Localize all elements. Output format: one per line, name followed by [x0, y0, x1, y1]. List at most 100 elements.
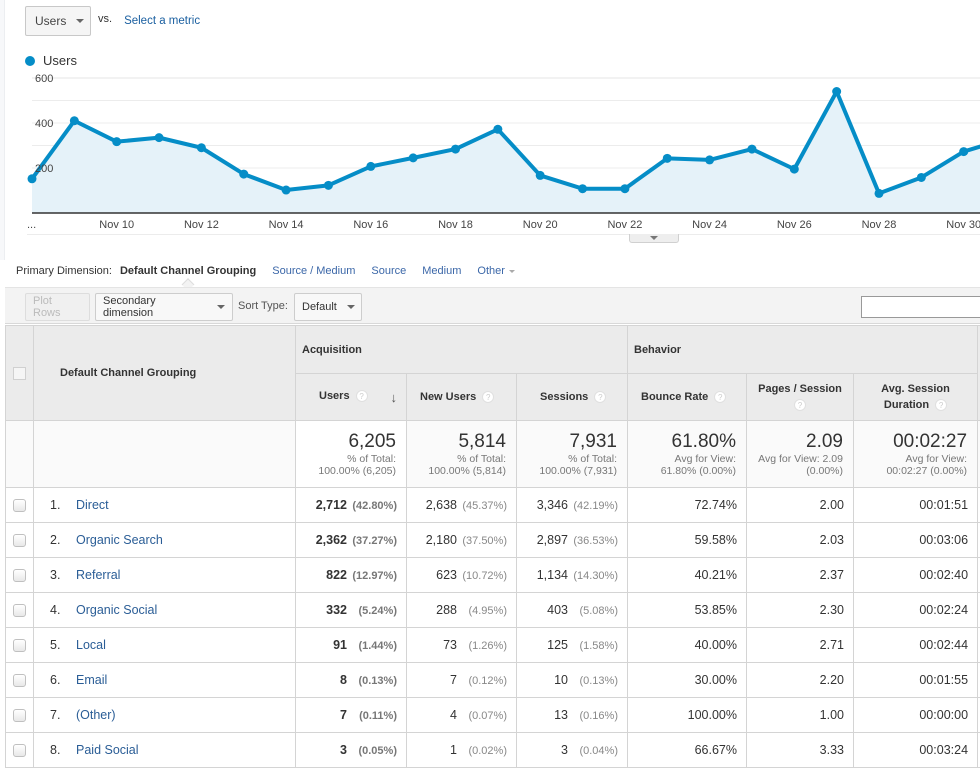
data-point-nov-16[interactable] — [366, 161, 376, 171]
row-checkbox[interactable] — [13, 604, 26, 618]
new-users-value: 1 — [450, 743, 457, 757]
sort-type-dropdown[interactable]: Default — [294, 293, 362, 321]
help-icon[interactable]: ? — [482, 391, 495, 404]
y-tick-label-400: 400 — [35, 118, 53, 130]
data-point-nov-22[interactable] — [620, 184, 630, 194]
channel-link[interactable]: Email — [76, 673, 107, 687]
channel-link[interactable]: Organic Social — [76, 603, 157, 617]
data-point-nov-10[interactable] — [112, 137, 122, 147]
sessions-percent: (42.19%) — [573, 500, 618, 512]
help-icon[interactable]: ? — [935, 399, 948, 412]
row-select-cell — [5, 557, 34, 593]
users-cell: 91 (1.44%) — [295, 627, 407, 663]
sessions-cell: 13 (0.16%) — [516, 697, 628, 733]
row-checkbox[interactable] — [13, 709, 26, 723]
chart-collapse-toggle[interactable] — [629, 234, 679, 243]
users-header-label: Users — [319, 389, 350, 402]
row-checkbox[interactable] — [13, 744, 26, 758]
data-point-nov-30[interactable] — [959, 147, 969, 157]
help-icon[interactable]: ? — [714, 391, 727, 404]
users-line-chart[interactable]: 200 400 600... Nov 10 Nov 12 Nov 14 Nov 16 Nov … — [0, 70, 980, 235]
x-tick-label: Nov 28 — [862, 219, 897, 231]
data-point-nov-13[interactable] — [239, 169, 249, 179]
sessions-cell: 10 (0.13%) — [516, 662, 628, 698]
row-select-cell — [5, 662, 34, 698]
chevron-down-icon — [217, 305, 225, 309]
sessions-cell: 3,346 (42.19%) — [516, 487, 628, 523]
data-point-nov-27[interactable] — [832, 87, 842, 96]
channel-link[interactable]: Local — [76, 638, 106, 652]
pages-session-cell: 1.00 — [746, 697, 854, 733]
dimension-source[interactable]: Source — [371, 265, 406, 277]
data-point-nov-25[interactable] — [747, 144, 757, 154]
dimension-medium[interactable]: Medium — [422, 265, 461, 277]
table-row: 5. Local 91 (1.44%) 73 (1.26%) 125 (1.58%) 4… — [5, 627, 980, 663]
data-point-nov-17[interactable] — [408, 153, 418, 163]
total-sessions-value: 7,931 — [569, 431, 617, 452]
select-metric-link[interactable]: Select a metric — [124, 15, 200, 27]
chevron-down-icon — [508, 269, 515, 273]
sessions-percent: (14.30%) — [573, 570, 618, 582]
table-search-input[interactable] — [861, 296, 980, 318]
data-point-nov-12[interactable] — [196, 143, 206, 153]
channel-link[interactable]: Referral — [76, 568, 120, 582]
row-checkbox[interactable] — [13, 569, 26, 583]
data-point-nov-26[interactable] — [789, 164, 799, 174]
sessions-value: 10 — [554, 673, 568, 687]
channel-link[interactable]: Organic Search — [76, 533, 163, 547]
avg-duration-cell: 00:02:44 — [852, 627, 979, 663]
sessions-column-header[interactable]: Sessions? — [516, 373, 628, 421]
users-percent: (5.24%) — [358, 605, 397, 617]
users-cell: 3 (0.05%) — [295, 732, 407, 768]
avg-duration-cell: 00:02:24 — [852, 592, 979, 628]
dimension-other[interactable]: Other — [477, 265, 515, 277]
secondary-dimension-dropdown[interactable]: Secondary dimension — [95, 293, 233, 321]
row-index: 8. — [50, 743, 61, 757]
data-point-nov-8[interactable] — [27, 174, 37, 184]
data-point-nov-9[interactable] — [69, 116, 79, 126]
data-point-nov-18[interactable] — [451, 144, 460, 154]
help-icon[interactable]: ? — [355, 389, 368, 402]
select-all-checkbox[interactable] — [13, 366, 26, 380]
primary-metric-dropdown[interactable]: Users — [25, 6, 91, 36]
new-users-column-header[interactable]: New Users? — [406, 373, 517, 421]
data-point-nov-15[interactable] — [323, 180, 333, 190]
row-index: 6. — [50, 673, 61, 687]
avg-duration-column-header[interactable]: Avg. Session Duration? — [852, 373, 979, 421]
help-icon[interactable]: ? — [794, 399, 806, 411]
data-point-nov-19[interactable] — [493, 124, 503, 134]
users-area-fill — [32, 91, 980, 213]
data-point-nov-23[interactable] — [662, 153, 672, 163]
dimension-header[interactable]: Default Channel Grouping — [33, 325, 296, 421]
data-point-nov-28[interactable] — [874, 188, 884, 198]
data-point-nov-14[interactable] — [281, 185, 291, 195]
row-checkbox[interactable] — [13, 534, 26, 548]
sessions-value: 3,346 — [536, 498, 568, 512]
data-point-nov-11[interactable] — [154, 133, 164, 143]
pages-session-cell: 2.71 — [746, 627, 854, 663]
channel-link[interactable]: Paid Social — [76, 743, 139, 757]
table-row: 8. Paid Social 3 (0.05%) 1 (0.02%) 3 (0.04%)… — [5, 732, 980, 768]
row-checkbox[interactable] — [13, 674, 26, 688]
channel-cell: 1. Direct — [33, 487, 296, 523]
channel-link[interactable]: (Other) — [76, 708, 116, 722]
users-column-header[interactable]: Users? ↓ — [295, 373, 407, 421]
data-point-nov-24[interactable] — [705, 155, 715, 165]
data-point-nov-20[interactable] — [535, 170, 545, 180]
channel-cell: 3. Referral — [33, 557, 296, 593]
channel-link[interactable]: Direct — [76, 498, 109, 512]
row-checkbox[interactable] — [13, 499, 26, 513]
plot-rows-button[interactable]: Plot Rows — [25, 293, 90, 321]
users-value: 7 — [340, 708, 347, 722]
total-pages-session: 2.09 Avg for View: 2.09 (0.00%) — [746, 420, 854, 488]
data-point-nov-29[interactable] — [916, 172, 926, 182]
sessions-value: 403 — [547, 603, 568, 617]
row-index: 2. — [50, 533, 61, 547]
dimension-source-medium[interactable]: Source / Medium — [272, 265, 355, 277]
help-icon[interactable]: ? — [594, 391, 607, 404]
data-point-nov-21[interactable] — [578, 184, 588, 194]
pages-session-column-header[interactable]: Pages / Session? — [746, 373, 854, 421]
bounce-rate-column-header[interactable]: Bounce Rate? — [627, 373, 747, 421]
total-new-users-caption: % of Total: — [457, 453, 506, 465]
row-checkbox[interactable] — [13, 639, 26, 653]
